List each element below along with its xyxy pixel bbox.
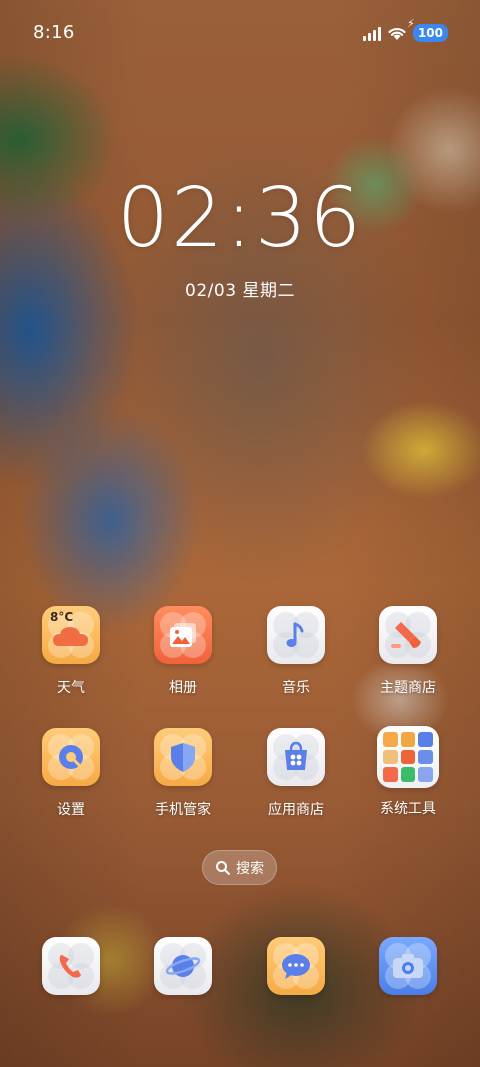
app-label: 手机管家 <box>155 802 211 818</box>
gallery-icon <box>154 606 212 664</box>
dock-messages[interactable] <box>246 937 346 995</box>
app-label: 相册 <box>169 680 197 696</box>
themes-icon <box>379 606 437 664</box>
app-label: 主题商店 <box>380 680 436 696</box>
messages-icon <box>267 937 325 995</box>
app-settings[interactable]: 设置 <box>21 728 121 819</box>
status-icons: ⚡ 100 <box>362 17 448 42</box>
app-label: 应用商店 <box>268 802 324 818</box>
app-label: 系统工具 <box>380 801 436 817</box>
security-icon <box>154 728 212 786</box>
app-label: 音乐 <box>282 680 310 696</box>
app-weather[interactable]: 8°C 天气 <box>21 606 121 697</box>
charging-bolt-icon: ⚡ <box>406 17 415 30</box>
dock-browser[interactable] <box>133 937 233 995</box>
wifi-icon <box>388 27 406 40</box>
search-button[interactable]: 搜索 <box>202 850 277 885</box>
battery-level: 100 <box>417 26 443 40</box>
app-label: 设置 <box>57 802 85 818</box>
lockscreen-clock: 02:36 <box>116 171 364 266</box>
settings-icon <box>42 728 100 786</box>
app-store-icon <box>267 728 325 786</box>
app-themes[interactable]: 主题商店 <box>358 606 458 697</box>
search-icon <box>216 860 230 875</box>
wallpaper <box>0 0 480 1067</box>
app-label: 天气 <box>57 680 85 696</box>
lockscreen-date: 02/03 星期二 <box>185 281 295 301</box>
battery-icon: ⚡ 100 <box>407 17 448 42</box>
dock-camera[interactable] <box>358 937 458 995</box>
app-system-tools-folder[interactable]: 系统工具 <box>358 726 458 818</box>
app-gallery[interactable]: 相册 <box>133 606 233 697</box>
search-label: 搜索 <box>236 860 264 877</box>
app-security[interactable]: 手机管家 <box>133 728 233 819</box>
app-store[interactable]: 应用商店 <box>246 728 346 819</box>
status-time: 8:16 <box>33 22 75 43</box>
browser-icon <box>154 937 212 995</box>
dock-phone[interactable] <box>21 937 121 995</box>
music-icon <box>267 606 325 664</box>
folder-icon <box>377 726 439 788</box>
signal-icon <box>362 25 381 41</box>
status-bar: 8:16 ⚡ 100 <box>0 0 480 68</box>
weather-icon: 8°C <box>42 606 100 664</box>
camera-icon <box>379 937 437 995</box>
app-music[interactable]: 音乐 <box>246 606 346 697</box>
phone-icon <box>42 937 100 995</box>
